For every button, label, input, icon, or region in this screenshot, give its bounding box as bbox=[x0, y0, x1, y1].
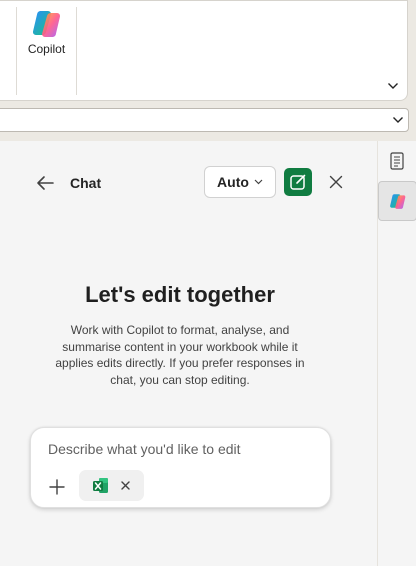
copilot-icon bbox=[32, 11, 60, 37]
composer bbox=[30, 427, 331, 508]
ribbon-divider bbox=[76, 7, 77, 95]
workbook-attachment-chip bbox=[79, 470, 144, 501]
chevron-down-icon bbox=[393, 117, 403, 123]
ribbon: Copilot bbox=[0, 0, 408, 101]
plus-icon bbox=[49, 479, 65, 495]
back-button[interactable] bbox=[33, 171, 57, 195]
empty-state-heading: Let's edit together bbox=[85, 282, 275, 307]
copilot-pane: Chat Auto Let's edit together Work with … bbox=[0, 141, 377, 566]
copilot-ribbon-button[interactable]: Copilot bbox=[17, 5, 76, 63]
close-icon bbox=[329, 175, 343, 189]
close-icon bbox=[121, 481, 130, 490]
chevron-down-icon bbox=[254, 179, 263, 185]
rail-item-copilot[interactable] bbox=[378, 181, 416, 221]
ribbon-expand-button[interactable] bbox=[386, 79, 400, 93]
copilot-icon bbox=[389, 193, 405, 209]
excel-icon bbox=[93, 478, 108, 493]
arrow-left-icon bbox=[37, 176, 54, 190]
close-pane-button[interactable] bbox=[326, 172, 346, 192]
mode-label: Auto bbox=[217, 174, 249, 190]
pane-title: Chat bbox=[70, 175, 102, 191]
formula-bar-expand-button[interactable] bbox=[391, 113, 405, 127]
side-rail bbox=[377, 141, 416, 566]
formula-bar[interactable] bbox=[0, 108, 409, 132]
add-attachment-button[interactable] bbox=[46, 476, 68, 498]
empty-state-description: Work with Copilot to format, analyse, an… bbox=[55, 323, 305, 387]
copilot-ribbon-label: Copilot bbox=[27, 42, 66, 56]
chevron-down-icon bbox=[388, 83, 398, 89]
mode-dropdown[interactable]: Auto bbox=[204, 166, 276, 198]
remove-attachment-button[interactable] bbox=[119, 479, 132, 492]
compose-icon bbox=[290, 174, 306, 190]
document-icon bbox=[390, 152, 404, 170]
prompt-input[interactable] bbox=[48, 438, 318, 460]
new-chat-button[interactable] bbox=[284, 168, 312, 196]
rail-item-document[interactable] bbox=[388, 152, 406, 170]
